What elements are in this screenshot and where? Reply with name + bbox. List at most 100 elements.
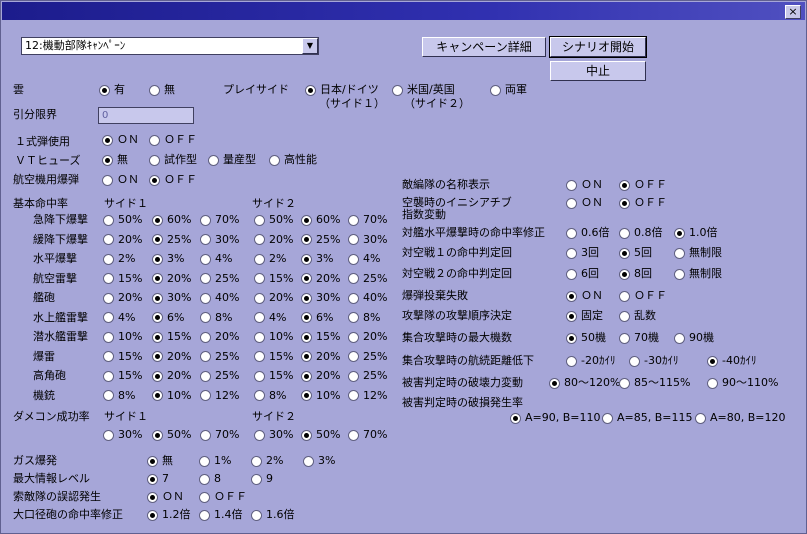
radio-icon[interactable]: [301, 253, 312, 265]
radio-icon[interactable]: [619, 377, 630, 389]
radio-icon[interactable]: [102, 154, 113, 166]
right-setting-option[interactable]: 50機: [566, 331, 606, 345]
radio-icon[interactable]: [566, 247, 577, 259]
radio-icon[interactable]: [103, 214, 114, 226]
damecon-side1-option[interactable]: 30%: [103, 428, 142, 442]
radio-icon[interactable]: [152, 253, 163, 265]
radio-icon[interactable]: [200, 292, 211, 304]
radio-icon[interactable]: [149, 134, 160, 146]
hit-rate-side2-option[interactable]: 20%: [254, 233, 293, 247]
radio-icon[interactable]: [103, 390, 114, 401]
hit-rate-side1-option[interactable]: 8%: [200, 311, 232, 325]
radio-icon[interactable]: [301, 390, 312, 401]
radio-icon[interactable]: [103, 253, 114, 265]
hit-rate-side2-option[interactable]: 15%: [254, 272, 293, 286]
radio-icon[interactable]: [566, 197, 577, 209]
radio-icon[interactable]: [200, 351, 211, 362]
hit-rate-side1-option[interactable]: 20%: [103, 291, 142, 305]
right-setting-option[interactable]: A=80, B=120: [695, 411, 786, 425]
radio-icon[interactable]: [303, 455, 314, 467]
hit-rate-side2-option[interactable]: 25%: [348, 350, 387, 364]
radio-icon[interactable]: [200, 234, 211, 245]
hit-rate-side2-option[interactable]: 10%: [301, 389, 340, 403]
radio-icon[interactable]: [254, 214, 265, 226]
radio-icon[interactable]: [152, 234, 163, 245]
right-setting-option[interactable]: -40ｶｲﾘ: [707, 354, 756, 368]
radio-icon[interactable]: [103, 273, 114, 284]
radio-icon[interactable]: [152, 429, 163, 441]
hit-rate-side2-option[interactable]: 20%: [348, 330, 387, 344]
radio-icon[interactable]: [602, 412, 613, 424]
radio-icon[interactable]: [199, 509, 210, 521]
right-setting-option[interactable]: 90～110%: [707, 376, 778, 390]
radio-icon[interactable]: [200, 331, 211, 343]
radio-icon[interactable]: [200, 429, 211, 441]
big-caliber-option[interactable]: 1.4倍: [199, 508, 243, 522]
vt-fuze-option[interactable]: 無: [102, 153, 128, 167]
right-setting-option[interactable]: 無制限: [674, 267, 722, 281]
radio-icon[interactable]: [566, 179, 577, 191]
radio-icon[interactable]: [619, 247, 630, 259]
hit-rate-side2-option[interactable]: 10%: [254, 330, 293, 344]
radio-icon[interactable]: [301, 214, 312, 226]
right-setting-option[interactable]: 70機: [619, 331, 659, 345]
radio-icon[interactable]: [348, 429, 359, 441]
hit-rate-side2-option[interactable]: 15%: [254, 350, 293, 364]
radio-icon[interactable]: [301, 331, 312, 343]
hit-rate-side1-option[interactable]: 20%: [152, 350, 191, 364]
hit-rate-side1-option[interactable]: 12%: [200, 389, 239, 403]
radio-icon[interactable]: [392, 84, 403, 96]
radio-icon[interactable]: [147, 473, 158, 485]
radio-icon[interactable]: [619, 310, 630, 322]
radio-icon[interactable]: [619, 179, 630, 191]
type1-shell-option[interactable]: ＯＦＦ: [149, 133, 197, 147]
hit-rate-side2-option[interactable]: 20%: [301, 272, 340, 286]
radio-icon[interactable]: [301, 370, 312, 382]
max-info-option[interactable]: 9: [251, 472, 273, 486]
right-setting-option[interactable]: 0.8倍: [619, 226, 663, 240]
radio-icon[interactable]: [566, 268, 577, 280]
radio-icon[interactable]: [254, 312, 265, 323]
hit-rate-side1-option[interactable]: 6%: [152, 311, 184, 325]
radio-icon[interactable]: [152, 214, 163, 226]
hit-rate-side1-option[interactable]: 3%: [152, 252, 184, 266]
hit-rate-side2-option[interactable]: 3%: [301, 252, 333, 266]
hit-rate-side2-option[interactable]: 30%: [348, 233, 387, 247]
radio-icon[interactable]: [149, 84, 160, 96]
radio-icon[interactable]: [619, 197, 630, 209]
radio-icon[interactable]: [254, 370, 265, 382]
radio-icon[interactable]: [707, 377, 718, 389]
radio-icon[interactable]: [305, 84, 316, 96]
radio-icon[interactable]: [254, 292, 265, 304]
gas-explosion-option[interactable]: 1%: [199, 454, 231, 468]
type1-shell-option[interactable]: ＯＮ: [102, 133, 139, 147]
damecon-side2-option[interactable]: 50%: [301, 428, 340, 442]
radio-icon[interactable]: [348, 292, 359, 304]
gas-explosion-option[interactable]: 3%: [303, 454, 335, 468]
right-setting-option[interactable]: ＯＦＦ: [619, 289, 667, 303]
radio-icon[interactable]: [147, 509, 158, 521]
radio-icon[interactable]: [566, 310, 577, 322]
right-setting-option[interactable]: 85～115%: [619, 376, 690, 390]
hit-rate-side1-option[interactable]: 15%: [103, 350, 142, 364]
search-error-option[interactable]: ＯＦＦ: [199, 490, 247, 504]
hit-rate-side1-option[interactable]: 2%: [103, 252, 135, 266]
stop-button[interactable]: 中止: [550, 61, 646, 81]
hit-rate-side2-option[interactable]: 6%: [301, 311, 333, 325]
hit-rate-side2-option[interactable]: 8%: [254, 389, 286, 403]
right-setting-option[interactable]: 8回: [619, 267, 652, 281]
radio-icon[interactable]: [254, 390, 265, 401]
play-side-option[interactable]: 米国/英国: [392, 83, 455, 97]
hit-rate-side1-option[interactable]: 25%: [152, 233, 191, 247]
hit-rate-side1-option[interactable]: 10%: [152, 389, 191, 403]
radio-icon[interactable]: [152, 273, 163, 284]
hit-rate-side2-option[interactable]: 12%: [348, 389, 387, 403]
hit-rate-side2-option[interactable]: 20%: [301, 350, 340, 364]
radio-icon[interactable]: [147, 455, 158, 467]
aircraft-bomb-option[interactable]: ＯＦＦ: [149, 173, 197, 187]
hit-rate-side1-option[interactable]: 60%: [152, 213, 191, 227]
radio-icon[interactable]: [103, 429, 114, 441]
radio-icon[interactable]: [149, 174, 160, 186]
hit-rate-side1-option[interactable]: 70%: [200, 213, 239, 227]
right-setting-option[interactable]: 6回: [566, 267, 599, 281]
